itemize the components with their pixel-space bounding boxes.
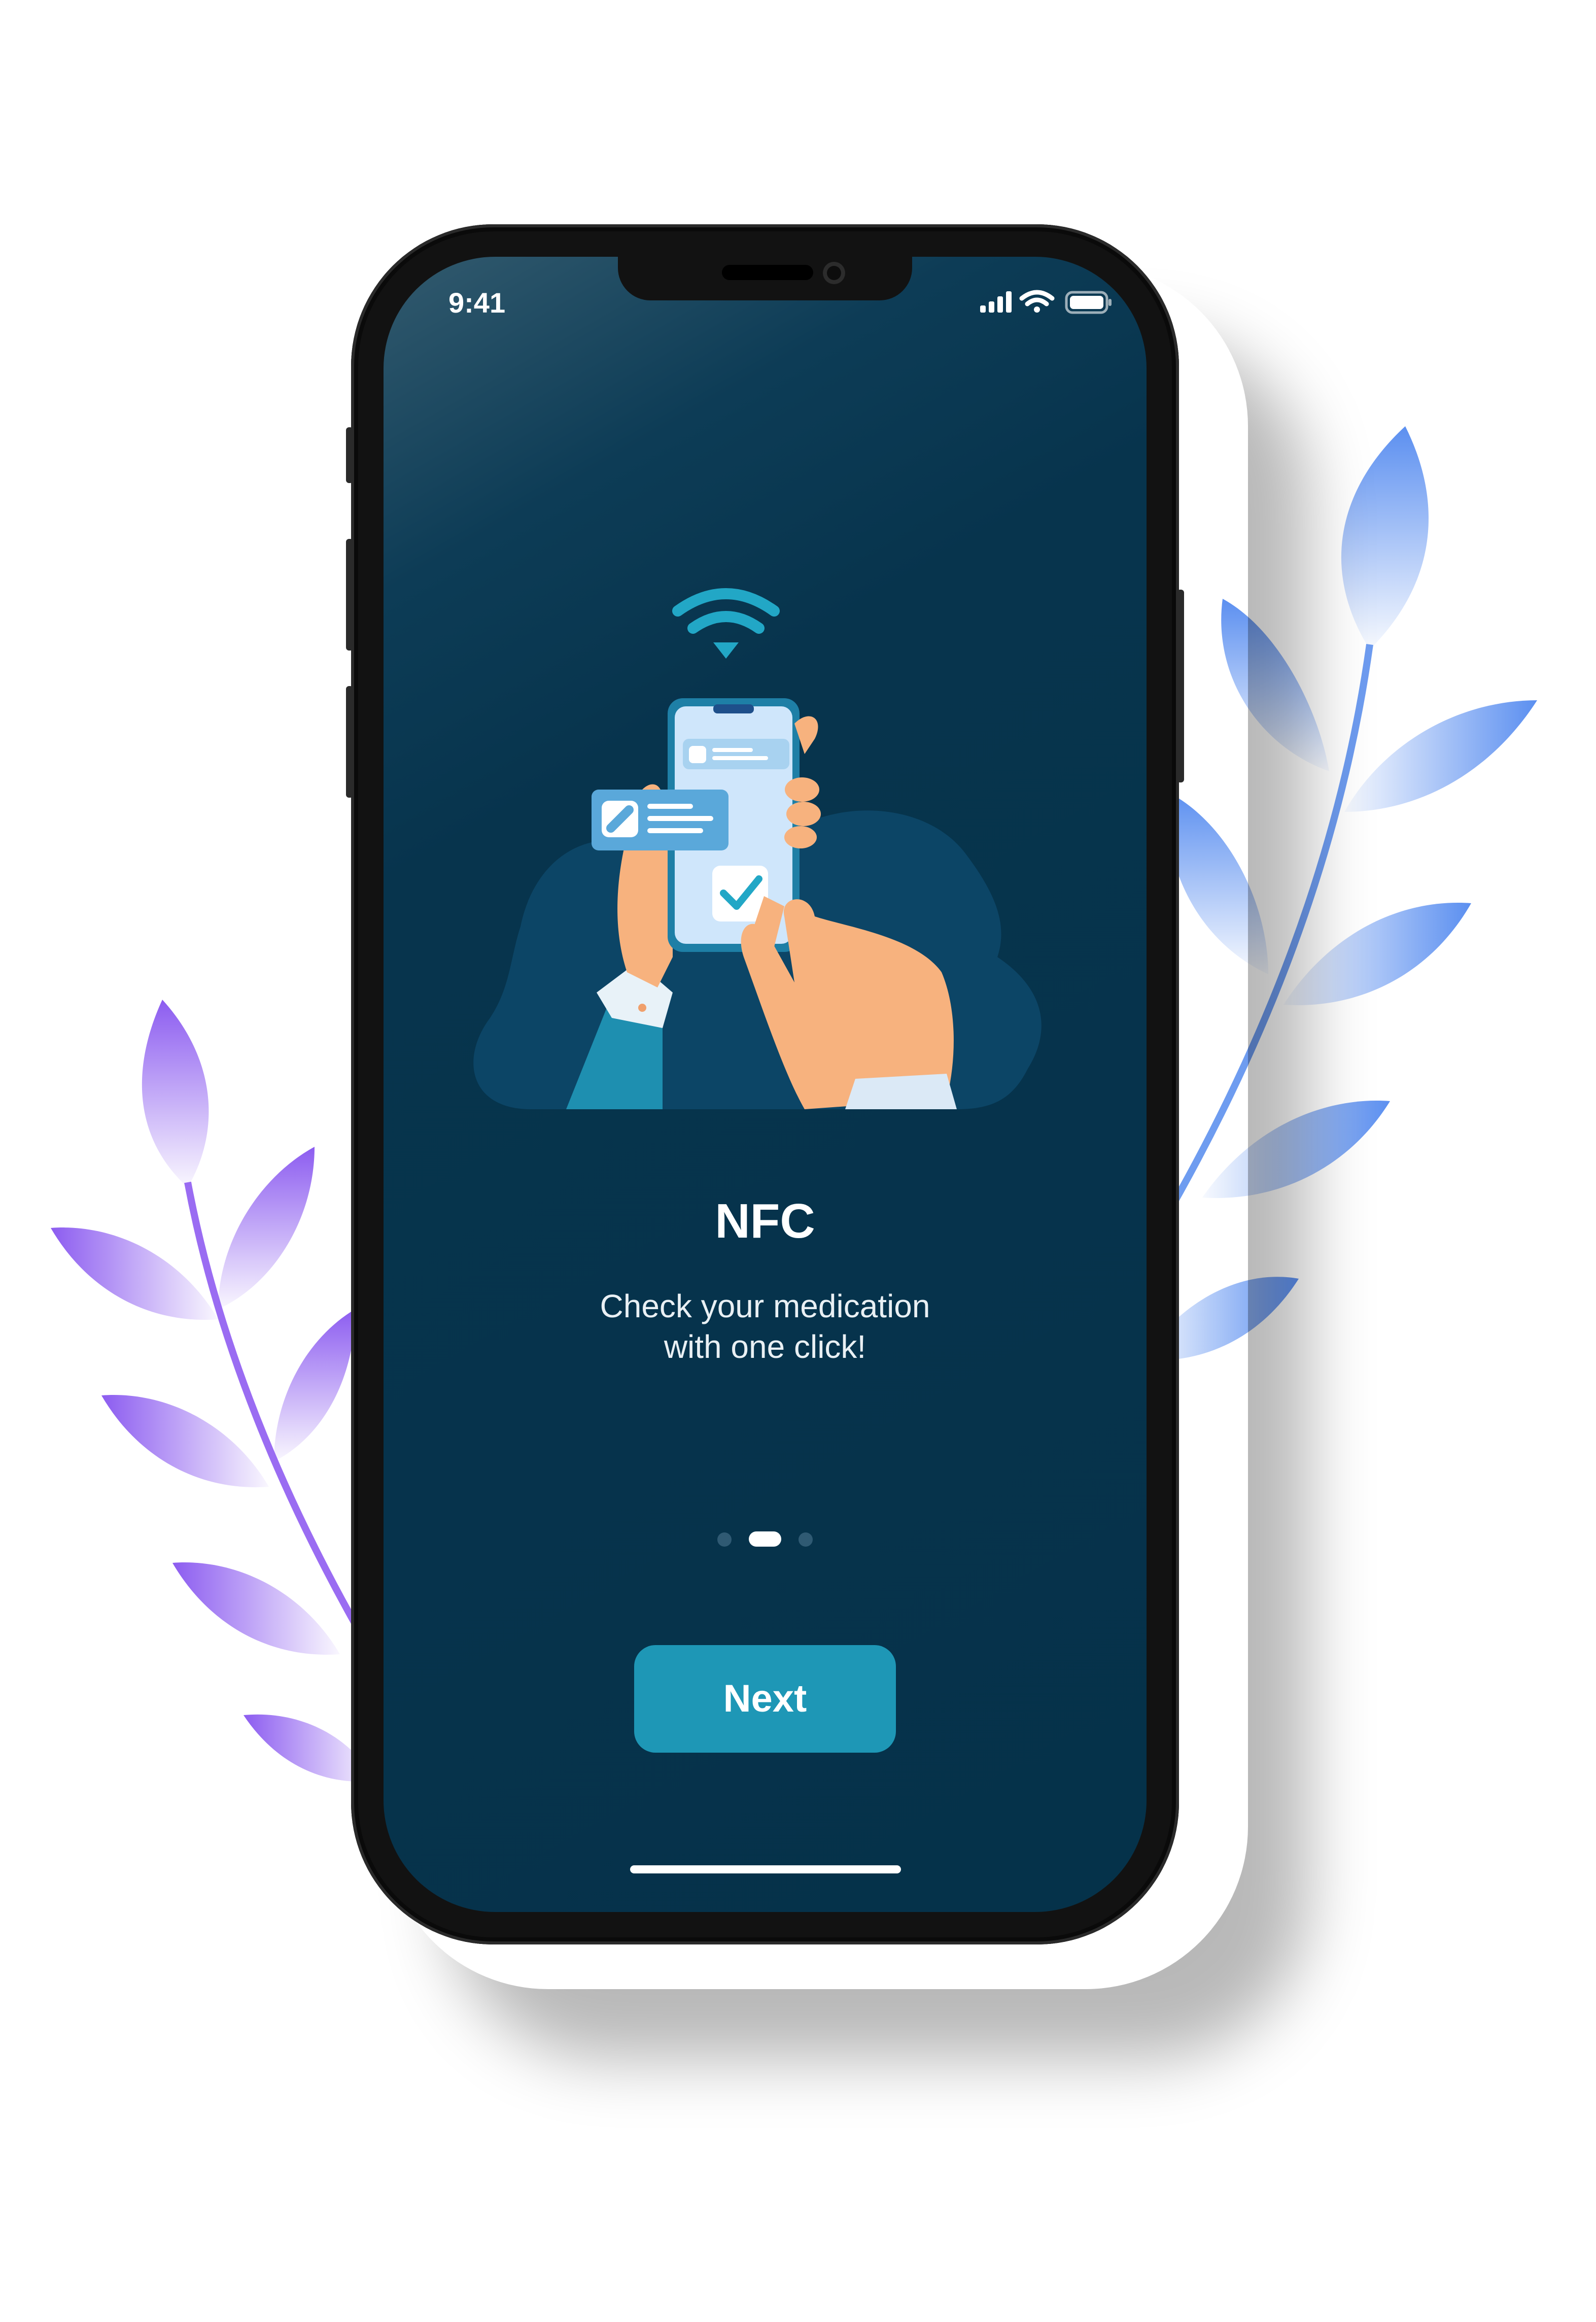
earpiece-speaker xyxy=(722,265,813,280)
mute-switch xyxy=(346,427,353,483)
phone-frame: 9:41 NFC Check your medication with one … xyxy=(346,224,1184,1944)
nfc-phone-scan-illustration xyxy=(473,588,1042,1109)
onboarding-screen: 9:41 NFC Check your medication with one … xyxy=(384,257,1147,1912)
nfc-signal-icon xyxy=(672,588,780,634)
page-dot-1[interactable] xyxy=(717,1532,732,1547)
onboarding-title: NFC xyxy=(715,1194,815,1248)
volume-down-button xyxy=(346,686,353,798)
power-button xyxy=(1177,590,1184,782)
wifi-icon xyxy=(1019,290,1055,313)
status-time: 9:41 xyxy=(448,287,506,319)
status-icons xyxy=(980,290,1112,314)
page-indicator xyxy=(714,1529,816,1547)
subtitle-line-2: with one click! xyxy=(664,1328,866,1365)
battery-icon xyxy=(1065,291,1112,314)
page-dot-2-active[interactable] xyxy=(749,1531,781,1547)
onboarding-subtitle: Check your medication with one click! xyxy=(511,1286,1019,1367)
home-indicator[interactable] xyxy=(630,1865,901,1873)
next-button[interactable]: Next xyxy=(634,1645,896,1753)
volume-up-button xyxy=(346,539,353,651)
front-camera xyxy=(823,262,845,284)
notch xyxy=(618,257,912,300)
cellular-signal-icon xyxy=(980,291,1012,313)
subtitle-line-1: Check your medication xyxy=(600,1288,930,1324)
page-dot-3[interactable] xyxy=(799,1532,813,1547)
